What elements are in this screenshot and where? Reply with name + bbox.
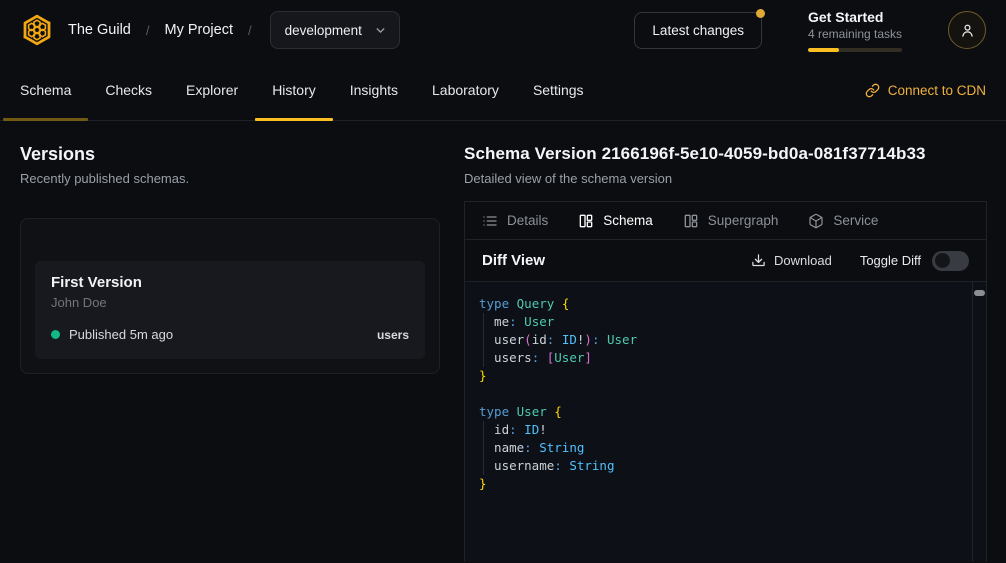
schema-panel: Details Schema Sup [464, 201, 987, 562]
code-line: name: String [479, 439, 966, 457]
download-button[interactable]: Download [751, 253, 832, 268]
tab-insights[interactable]: Insights [350, 60, 398, 120]
tab-supergraph[interactable]: Supergraph [683, 213, 779, 229]
breadcrumb: The Guild / My Project / [68, 22, 252, 38]
latest-changes-button[interactable]: Latest changes [634, 12, 762, 49]
code-line: users: [User] [479, 349, 966, 367]
user-icon [959, 22, 976, 39]
versions-subtitle: Recently published schemas. [20, 171, 440, 186]
latest-changes-label: Latest changes [652, 23, 744, 38]
toggle-diff-label: Toggle Diff [860, 253, 921, 268]
tab-supergraph-label: Supergraph [708, 213, 779, 228]
connect-to-cdn-label: Connect to CDN [888, 83, 986, 98]
diff-view-title: Diff View [482, 252, 545, 269]
schema-version-subtitle: Detailed view of the schema version [464, 171, 987, 186]
versions-panel: Versions Recently published schemas. Fir… [0, 121, 464, 562]
code-line: type User { [479, 403, 966, 421]
target-select-value: development [285, 23, 362, 38]
code-scrollbar[interactable] [972, 282, 986, 562]
code-line: me: User [479, 313, 966, 331]
published-status-dot [51, 330, 60, 339]
tab-history[interactable]: History [272, 60, 316, 120]
code-line: username: String [479, 457, 966, 475]
breadcrumb-org[interactable]: The Guild [68, 22, 131, 38]
versions-card: First Version John Doe Published 5m ago … [20, 218, 440, 374]
user-avatar-button[interactable] [948, 11, 986, 49]
version-title: First Version [51, 274, 409, 291]
list-icon [482, 213, 498, 229]
tab-schema-view[interactable]: Schema [578, 213, 653, 229]
tab-settings[interactable]: Settings [533, 60, 584, 120]
download-icon [751, 253, 766, 268]
connect-to-cdn-link[interactable]: Connect to CDN [865, 83, 986, 98]
link-icon [865, 83, 880, 98]
switch-knob [935, 253, 950, 268]
tab-schema[interactable]: Schema [20, 60, 71, 120]
published-status-text: Published 5m ago [69, 327, 173, 342]
columns-icon [683, 213, 699, 229]
get-started-widget[interactable]: Get Started 4 remaining tasks [808, 9, 902, 52]
code-block: type Query { me: User user(id: ID!): Use… [465, 282, 986, 506]
tab-laboratory[interactable]: Laboratory [432, 60, 499, 120]
versions-title: Versions [20, 144, 440, 165]
project-nav: Schema Checks Explorer History Insights … [0, 60, 1006, 121]
tab-checks[interactable]: Checks [105, 60, 152, 120]
service-badge: users [377, 328, 409, 342]
toggle-diff-switch[interactable] [932, 251, 969, 271]
schema-panel-tabs: Details Schema Sup [465, 202, 986, 240]
diff-toolbar: Diff View Download Toggle Diff [465, 240, 986, 282]
get-started-progressbar [808, 48, 902, 52]
tab-details-label: Details [507, 213, 548, 228]
tab-service[interactable]: Service [808, 213, 878, 229]
app-header: The Guild / My Project / development Lat… [0, 0, 1006, 60]
code-line: type Query { [479, 295, 966, 313]
breadcrumb-separator: / [248, 23, 252, 38]
get-started-title: Get Started [808, 9, 902, 25]
version-author: John Doe [51, 295, 409, 310]
schema-code-viewer[interactable]: type Query { me: User user(id: ID!): Use… [465, 282, 986, 562]
tab-explorer[interactable]: Explorer [186, 60, 238, 120]
code-line: user(id: ID!): User [479, 331, 966, 349]
hive-logo-icon[interactable] [20, 13, 54, 47]
code-line: } [479, 475, 966, 493]
target-select[interactable]: development [270, 11, 400, 49]
version-detail-panel: Schema Version 2166196f-5e10-4059-bd0a-0… [464, 121, 1006, 562]
tab-service-label: Service [833, 213, 878, 228]
box-icon [808, 213, 824, 229]
code-line [479, 385, 966, 403]
version-list-item[interactable]: First Version John Doe Published 5m ago … [35, 261, 425, 359]
scrollbar-thumb[interactable] [974, 290, 985, 296]
tab-schema-view-label: Schema [603, 213, 653, 228]
breadcrumb-separator: / [146, 23, 150, 38]
code-line: } [479, 367, 966, 385]
get-started-tasks: 4 remaining tasks [808, 27, 902, 41]
code-line: id: ID! [479, 421, 966, 439]
breadcrumb-project[interactable]: My Project [165, 22, 234, 38]
progress-fill [808, 48, 839, 52]
notification-dot [756, 9, 765, 18]
tab-details[interactable]: Details [482, 213, 548, 229]
main-content: Versions Recently published schemas. Fir… [0, 121, 1006, 562]
download-label: Download [774, 253, 832, 268]
chevron-down-icon [374, 24, 387, 37]
columns-icon [578, 213, 594, 229]
schema-version-title: Schema Version 2166196f-5e10-4059-bd0a-0… [464, 144, 987, 164]
